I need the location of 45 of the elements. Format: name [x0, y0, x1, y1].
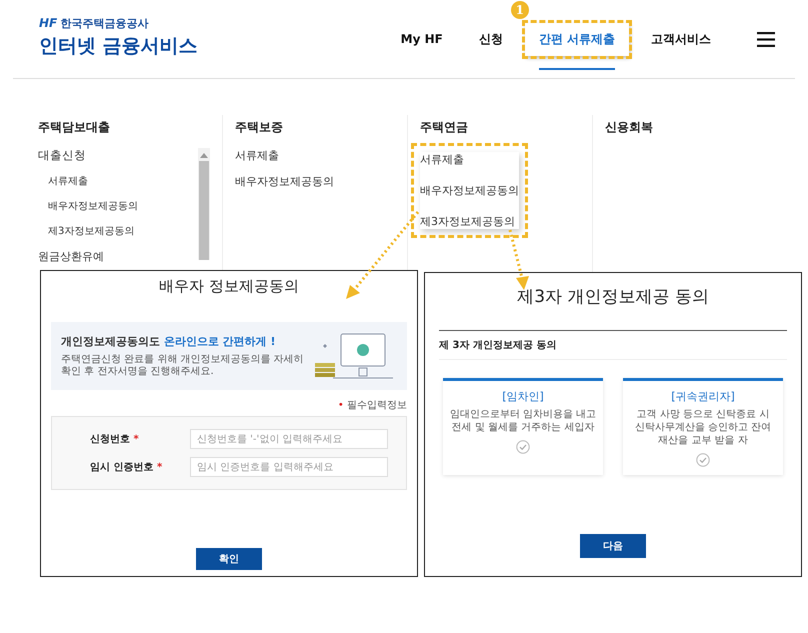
menu-link[interactable]: 배우자정보제공동의	[48, 199, 198, 213]
nav-tab[interactable]: My HF	[386, 24, 457, 54]
menu-heading: 주택연금	[420, 119, 469, 136]
menu-heading: 주택담보대출	[38, 119, 111, 136]
input-field[interactable]: 임시 인증번호를 입력해주세요	[190, 457, 388, 477]
menu-link[interactable]: 배우자정보제공동의	[420, 183, 519, 198]
option-card[interactable]: [임차인] 임대인으로부터 임차비용을 내고 전세 및 월세를 거주하는 세입자	[443, 378, 603, 475]
card-title: [귀속권리자]	[671, 389, 735, 404]
field-label: 신청번호 *	[89, 433, 140, 446]
check-icon[interactable]	[696, 453, 710, 467]
menu-heading: 주택보증	[235, 119, 284, 136]
section-title: 제 3자 개인정보제공 동의	[439, 330, 787, 360]
panel-title: 배우자 정보제공동의	[158, 277, 300, 296]
menu-icon[interactable]	[757, 32, 775, 46]
input-field[interactable]: 신청번호를 '-'없이 입력해주세요	[190, 429, 388, 449]
menu-link[interactable]: 서류제출	[235, 148, 395, 163]
logo-mark: HF	[39, 16, 58, 30]
option-card[interactable]: [귀속권리자] 고객 사망 등으로 신탁종료 시 신탁사무계산을 승인하고 잔여 재산을 교부 받을 자	[623, 378, 783, 475]
menu-link[interactable]: 배우자정보제공동의	[235, 174, 395, 189]
nav-tab[interactable]: 신청	[464, 22, 517, 56]
confirm-button[interactable]: 확인	[196, 548, 262, 570]
scrollbar[interactable]	[198, 148, 210, 260]
menu-link[interactable]: 제3자정보제공동의	[420, 214, 519, 229]
menu-heading: 신용회복	[605, 119, 654, 136]
field-label: 임시 인증번호 *	[89, 461, 164, 474]
panel-title: 제3자 개인정보제공 동의	[516, 286, 710, 308]
card-description: 임대인으로부터 임차비용을 내고 전세 및 월세를 거주하는 세입자	[450, 408, 596, 434]
org-name: 한국주택금융공사	[60, 16, 148, 30]
check-icon[interactable]	[516, 440, 530, 454]
required-note: • 필수입력정보	[338, 399, 407, 412]
step-badge: 1	[510, 0, 529, 18]
service-title[interactable]: 인터넷 금융서비스	[39, 32, 198, 58]
scroll-up-icon[interactable]	[200, 152, 208, 158]
pointer-arrow	[508, 230, 529, 290]
next-button[interactable]: 다음	[580, 534, 646, 558]
card-description: 고객 사망 등으로 신탁종료 시 신탁사무계산을 승인하고 잔여 재산을 교부 받을 자	[634, 408, 772, 447]
menu-link[interactable]: 서류제출	[48, 174, 198, 188]
banner-heading: 개인정보제공동의도 온라인으로 간편하게 !	[61, 334, 277, 348]
card-title: [임차인]	[502, 389, 544, 404]
banner-description: 주택연금신청 완료를 위해 개인정보제공동의를 자세히 확인 후 전자서명을 진행해주세요.	[61, 354, 305, 378]
menu-link[interactable]: 원금상환유예	[38, 249, 198, 264]
menu-link[interactable]: 대출신청	[38, 148, 198, 163]
menu-link[interactable]: 제3자정보제공동의	[48, 224, 198, 238]
menu-link[interactable]: 서류제출	[420, 152, 519, 167]
nav-tab[interactable]: 고객서비스	[637, 22, 725, 56]
